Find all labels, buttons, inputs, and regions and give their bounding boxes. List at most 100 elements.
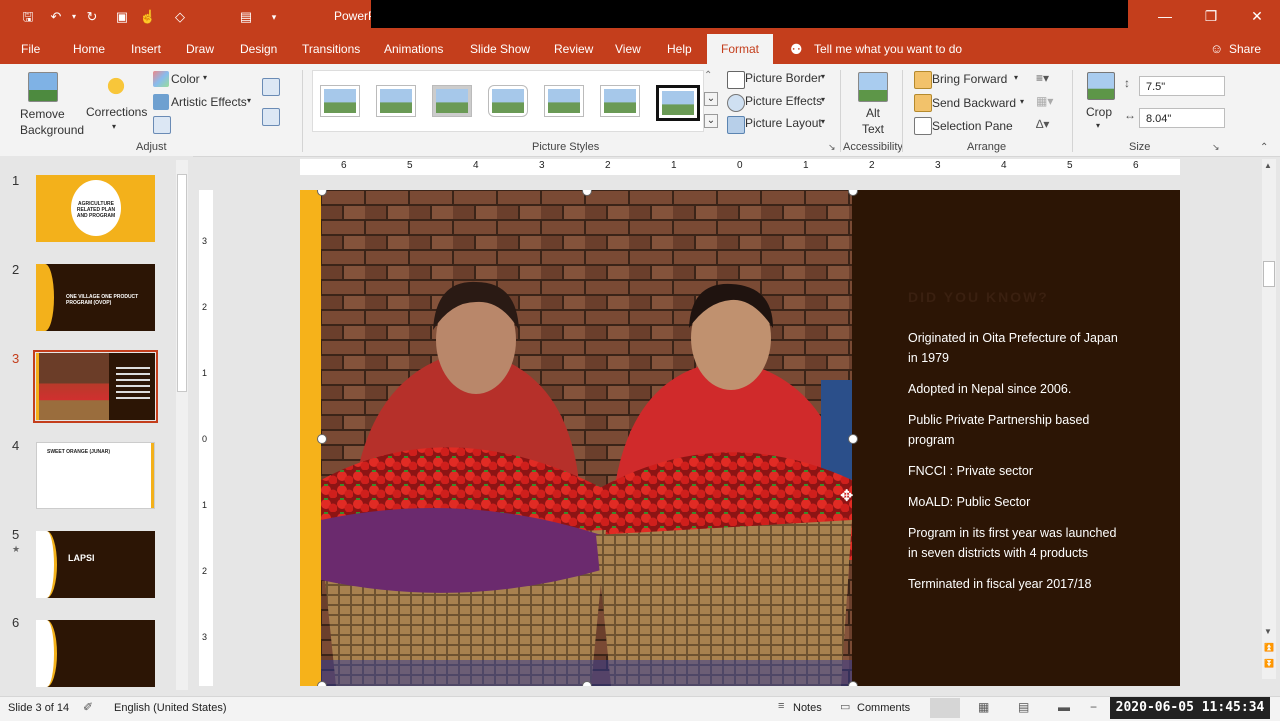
resize-handle-bottom-left[interactable] [317,681,327,686]
format-picture-launcher-icon[interactable]: ↘ [828,142,836,153]
normal-view-icon[interactable] [930,698,960,718]
slide-thumbnail-1[interactable]: AGRICULTURE RELATED PLAN AND PROGRAM [36,175,155,242]
resize-handle-left[interactable] [317,434,327,444]
slide-thumbnail-2[interactable]: ONE VILLAGE ONE PRODUCT PROGRAM (OVOP) [36,264,155,331]
alt-text-icon[interactable] [858,72,888,102]
corrections-icon[interactable] [102,72,130,100]
tab-animations[interactable]: Animations [384,34,443,64]
close-icon[interactable]: ✕ [1242,6,1272,26]
previous-slide-icon[interactable]: ⏫ [1264,643,1274,652]
next-slide-icon[interactable]: ⏬ [1264,659,1274,668]
tab-transitions[interactable]: Transitions [302,34,360,64]
share-button[interactable]: Share [1229,34,1261,64]
slide-sorter-icon[interactable]: ▦ [978,700,989,714]
picture-style-5[interactable] [544,85,584,117]
artistic-effects-dropdown-icon[interactable]: ▾ [247,96,251,105]
slide-text-box[interactable]: Originated in Oita Prefecture of Japan i… [908,328,1128,605]
bring-forward-dropdown-icon[interactable]: ▾ [1014,73,1018,82]
tab-insert[interactable]: Insert [131,34,161,64]
presentation-icon[interactable]: ▣ [112,7,132,27]
reset-picture-icon[interactable] [262,108,280,126]
zoom-out-icon[interactable]: − [1090,700,1097,714]
change-picture-icon[interactable] [262,78,280,96]
slide-show-icon[interactable]: ▬ [1058,700,1070,714]
spell-check-icon[interactable]: ✐ [83,700,93,714]
undo-icon[interactable]: ↶ [46,7,66,27]
selection-pane-button[interactable]: Selection Pane [932,119,1013,133]
picture-style-3[interactable] [432,85,472,117]
picture-effects-dropdown-icon[interactable]: ▾ [821,95,825,104]
slide-canvas[interactable]: ✥ DID YOU KNOW? Originated in Oita Prefe… [300,190,1180,686]
gallery-down-icon[interactable]: ⌄ [704,92,718,106]
alt-text-button[interactable]: Alt Text [862,105,884,137]
customize-qat-icon[interactable]: ▾ [264,7,284,27]
tab-review[interactable]: Review [554,34,593,64]
undo-dropdown-icon[interactable]: ▾ [64,7,84,27]
picture-style-2[interactable] [376,85,416,117]
picture-style-6[interactable] [600,85,640,117]
picture-border-dropdown-icon[interactable]: ▾ [821,72,825,81]
person-icon[interactable]: ☺ [1210,34,1223,64]
gallery-up-icon[interactable]: ⌃ [704,70,712,81]
panel-scrollbar[interactable] [176,160,188,690]
rotate-icon[interactable]: ∆▾ [1036,117,1049,131]
tab-draw[interactable]: Draw [186,34,214,64]
slide-thumbnail-4[interactable]: SWEET ORANGE (JUNAR) [36,442,155,509]
color-dropdown-icon[interactable]: ▾ [203,73,207,82]
panel-scroll-thumb[interactable] [177,174,187,392]
notes-button[interactable]: Notes [793,702,822,714]
tab-help[interactable]: Help [667,34,692,64]
bring-forward-button[interactable]: Bring Forward [932,72,1007,86]
remove-background-icon[interactable] [28,72,58,102]
artistic-effects-button[interactable]: Artistic Effects [171,95,247,109]
tab-view[interactable]: View [615,34,641,64]
width-input[interactable]: 8.04" [1139,108,1225,128]
align-icon[interactable]: ≡▾ [1036,71,1049,85]
resize-handle-right[interactable] [848,434,858,444]
touch-mode-icon[interactable]: ☝ [138,7,158,27]
picture-icon[interactable]: ▤ [236,7,256,27]
corrections-button[interactable]: Corrections [86,105,147,119]
editor-scroll-thumb[interactable] [1263,261,1275,287]
compress-pictures-icon[interactable] [153,116,171,134]
crop-button[interactable]: Crop [1086,105,1112,119]
gallery-more-icon[interactable]: ⌄ [704,114,718,128]
tab-format[interactable]: Format [707,34,774,64]
size-launcher-icon[interactable]: ↘ [1212,142,1220,153]
picture-border-button[interactable]: Picture Border [745,71,822,85]
redo-icon[interactable]: ↻ [82,7,102,27]
scroll-up-icon[interactable]: ▲ [1264,161,1272,170]
strawberry-vendors-photo[interactable] [321,190,852,686]
scroll-down-icon[interactable]: ▼ [1264,627,1272,636]
slide-thumbnail-5[interactable]: LAPSI [36,531,155,598]
minimize-icon[interactable]: — [1150,6,1180,26]
color-button[interactable]: Color [171,72,200,86]
resize-handle-bottom-right[interactable] [848,681,858,686]
tab-file[interactable]: File [21,34,40,64]
send-backward-button[interactable]: Send Backward [932,96,1016,110]
comments-button[interactable]: Comments [857,702,910,714]
tell-me-search[interactable]: Tell me what you want to do [814,34,962,64]
picture-style-7[interactable] [656,85,700,121]
resize-handle-bottom[interactable] [582,681,592,686]
reading-view-icon[interactable]: ▤ [1018,700,1029,714]
remove-background-button[interactable]: Remove Background [20,106,84,138]
slide-thumbnail-3-active[interactable] [33,350,158,423]
restore-icon[interactable]: ❐ [1196,6,1226,26]
send-backward-dropdown-icon[interactable]: ▾ [1020,97,1024,106]
slide-thumbnail-6[interactable] [36,620,155,687]
corrections-dropdown-icon[interactable]: ▾ [112,122,116,131]
picture-effects-button[interactable]: Picture Effects [745,94,822,108]
tab-home[interactable]: Home [73,34,105,64]
editor-scrollbar[interactable]: ▲ ▼ ⏫ ⏬ [1262,159,1276,679]
crop-dropdown-icon[interactable]: ▾ [1096,121,1100,130]
resize-handle-top-right[interactable] [848,190,858,196]
tab-slide-show[interactable]: Slide Show [470,34,530,64]
save-icon[interactable]: 🖫 [18,7,38,27]
picture-layout-dropdown-icon[interactable]: ▾ [821,117,825,126]
tab-design[interactable]: Design [240,34,277,64]
height-input[interactable]: 7.5" [1139,76,1225,96]
picture-style-1[interactable] [320,85,360,117]
group-objects-icon[interactable]: ▦▾ [1036,94,1053,108]
crop-icon[interactable] [1087,72,1115,100]
